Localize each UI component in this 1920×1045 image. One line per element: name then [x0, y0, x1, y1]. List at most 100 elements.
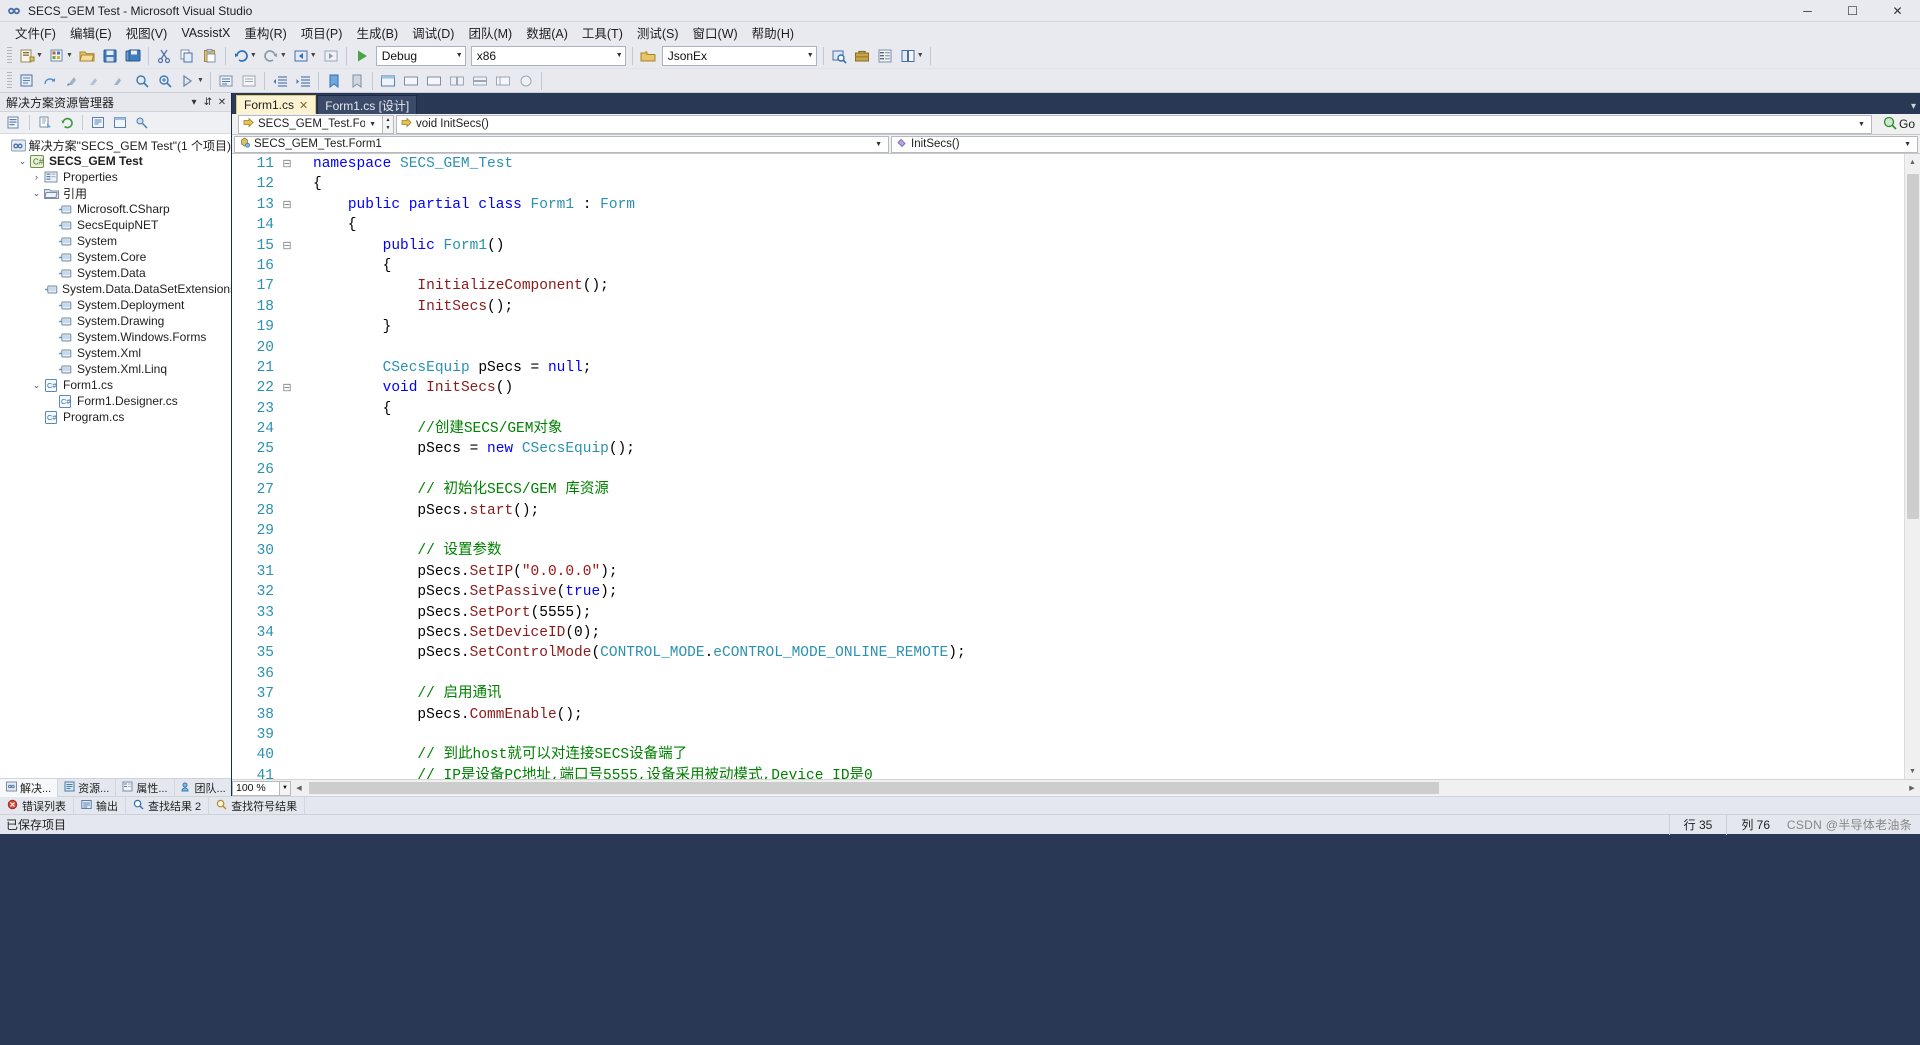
vassist-goto-icon[interactable]	[154, 70, 176, 92]
menu-tools[interactable]: 工具(T)	[575, 21, 630, 44]
view-2-icon[interactable]	[423, 70, 445, 92]
start-debugging-icon[interactable]	[351, 45, 373, 67]
tab-list-dropdown-icon[interactable]: ▾	[1911, 101, 1916, 112]
navigate-backward-dropdown-icon[interactable]: ▼	[310, 52, 317, 59]
zoom-dropdown-icon[interactable]: ▼	[280, 781, 291, 796]
tree-program-cs[interactable]: C#Program.cs	[0, 409, 231, 425]
menu-debug[interactable]: 调试(D)	[405, 21, 461, 44]
bottom-tab-find-symbol-results[interactable]: 查找符号结果	[209, 797, 305, 815]
fold-collapse-icon[interactable]: ⊟	[280, 378, 294, 398]
tree-ref-system[interactable]: System	[0, 233, 231, 249]
save-all-icon[interactable]	[122, 45, 144, 67]
view-3-icon[interactable]	[446, 70, 468, 92]
tree-ref-system-deployment[interactable]: System.Deployment	[0, 297, 231, 313]
bottom-tab-find-results-2[interactable]: 查找结果 2	[126, 797, 209, 815]
expand-collapse-chevron-down-icon[interactable]: ⌄	[30, 380, 43, 391]
dock-tab-solution-explorer[interactable]: 解决...	[0, 779, 58, 797]
class-view-icon[interactable]	[132, 113, 152, 132]
view-designer-icon[interactable]	[110, 113, 130, 132]
redo-icon[interactable]	[260, 45, 282, 67]
tree-ref-system-data[interactable]: System.Data	[0, 265, 231, 281]
paste-icon[interactable]	[199, 45, 221, 67]
member-combo[interactable]: void InitSecs() ▼	[396, 115, 1872, 134]
properties-window-icon[interactable]	[874, 45, 896, 67]
code-editor[interactable]: 11⊟namespace SECS_GEM_Test12{13⊟ public …	[232, 154, 1920, 779]
view-5-icon[interactable]	[492, 70, 514, 92]
vassist-dropdown-icon[interactable]: ▼	[197, 77, 204, 84]
add-new-item-dropdown-icon[interactable]: ▼	[66, 52, 73, 59]
tree-ref-system-windows-forms[interactable]: System.Windows.Forms	[0, 329, 231, 345]
increase-indent-icon[interactable]	[292, 70, 314, 92]
tree-ref-system-xml[interactable]: System.Xml	[0, 345, 231, 361]
view-code-icon[interactable]	[88, 113, 108, 132]
view-1-icon[interactable]	[400, 70, 422, 92]
vassist-settings-icon[interactable]	[177, 70, 199, 92]
menu-team[interactable]: 团队(M)	[461, 21, 519, 44]
panel-menu-icon[interactable]: ▾	[187, 97, 201, 108]
scope-spinner[interactable]: ▲▼	[383, 115, 394, 134]
undo-icon[interactable]	[230, 45, 252, 67]
tree-form1-cs[interactable]: ⌄C#Form1.cs	[0, 377, 231, 393]
object-browser-icon[interactable]	[897, 45, 919, 67]
toolbar-grip-2[interactable]	[7, 72, 12, 90]
tree-ref-secsequipnet[interactable]: SecsEquipNET	[0, 217, 231, 233]
tree-solution[interactable]: 解决方案"SECS_GEM Test"(1 个项目)	[0, 137, 231, 153]
view-4-icon[interactable]	[469, 70, 491, 92]
copy-icon[interactable]	[176, 45, 198, 67]
auto-hide-pin-icon[interactable]: ⇵	[201, 97, 215, 108]
expand-collapse-chevron-down-icon[interactable]: ⌄	[30, 188, 43, 199]
tree-ref-microsoft-csharp[interactable]: Microsoft.CSharp	[0, 201, 231, 217]
menu-edit[interactable]: 编辑(E)	[63, 21, 119, 44]
method-combo[interactable]: InitSecs() ▼	[891, 136, 1918, 153]
save-icon[interactable]	[99, 45, 121, 67]
type-combo[interactable]: SECS_GEM_Test.Form1 ▼	[234, 136, 889, 153]
platform-combo[interactable]: x86 ▼	[471, 46, 626, 66]
scroll-left-icon[interactable]: ◀	[291, 780, 307, 796]
show-all-files-icon[interactable]	[35, 113, 55, 132]
find-in-files-icon[interactable]	[828, 45, 850, 67]
menu-help[interactable]: 帮助(H)	[745, 21, 801, 44]
scroll-right-icon[interactable]: ▶	[1904, 780, 1920, 796]
toolbox-icon[interactable]	[851, 45, 873, 67]
dock-tab-resource-view[interactable]: 资源...	[58, 779, 116, 797]
solution-tree[interactable]: 解决方案"SECS_GEM Test"(1 个项目)⌄C#SECS_GEM Te…	[0, 134, 231, 778]
tree-references[interactable]: ⌄引用	[0, 185, 231, 201]
tree-properties[interactable]: ›Properties	[0, 169, 231, 185]
redo-dropdown-icon[interactable]: ▼	[280, 52, 287, 59]
code-text[interactable]: 11⊟namespace SECS_GEM_Test12{13⊟ public …	[232, 154, 1904, 779]
menu-data[interactable]: 数据(A)	[519, 21, 575, 44]
menu-project[interactable]: 项目(P)	[294, 21, 350, 44]
fold-collapse-icon[interactable]: ⊟	[280, 195, 294, 215]
maximize-button[interactable]: ☐	[1830, 0, 1875, 22]
menu-build[interactable]: 生成(B)	[349, 21, 405, 44]
undo-dropdown-icon[interactable]: ▼	[250, 52, 257, 59]
editor-vertical-scrollbar[interactable]: ▲ ▼	[1904, 154, 1920, 779]
dock-tab-team-explorer[interactable]: 团队...	[175, 779, 233, 797]
new-project-dropdown-icon[interactable]: ▼	[36, 52, 43, 59]
menu-window[interactable]: 窗口(W)	[686, 21, 745, 44]
fold-collapse-icon[interactable]: ⊟	[280, 236, 294, 256]
navigate-backward-icon[interactable]	[290, 45, 312, 67]
vassist-open-file-icon[interactable]	[16, 70, 38, 92]
fold-collapse-icon[interactable]: ⊟	[280, 154, 294, 174]
object-browser-dropdown-icon[interactable]: ▼	[917, 52, 924, 59]
vassist-refactor-icon[interactable]	[39, 70, 61, 92]
minimize-button[interactable]: ─	[1785, 0, 1830, 22]
h-scroll-thumb[interactable]	[309, 782, 1439, 794]
h-scroll-track[interactable]	[307, 780, 1904, 796]
properties-page-icon[interactable]	[4, 113, 24, 132]
doc-tab-form1-cs[interactable]: Form1.cs✕	[236, 95, 316, 114]
tree-ref-system-drawing[interactable]: System.Drawing	[0, 313, 231, 329]
bottom-tab-output[interactable]: 输出	[74, 797, 126, 815]
add-new-item-icon[interactable]	[46, 45, 68, 67]
startup-project-icon[interactable]	[637, 45, 659, 67]
vassist-find-symbol-icon[interactable]	[62, 70, 84, 92]
close-button[interactable]: ✕	[1875, 0, 1920, 22]
scroll-thumb[interactable]	[1907, 174, 1919, 519]
tree-project[interactable]: ⌄C#SECS_GEM Test	[0, 153, 231, 169]
tree-form1-designer-cs[interactable]: C#Form1.Designer.cs	[0, 393, 231, 409]
go-button[interactable]: Go	[1878, 115, 1920, 134]
vassist-open-corresponding-icon[interactable]	[85, 70, 107, 92]
vassist-find-references-icon[interactable]	[131, 70, 153, 92]
zoom-level[interactable]: 100 %	[232, 781, 280, 796]
